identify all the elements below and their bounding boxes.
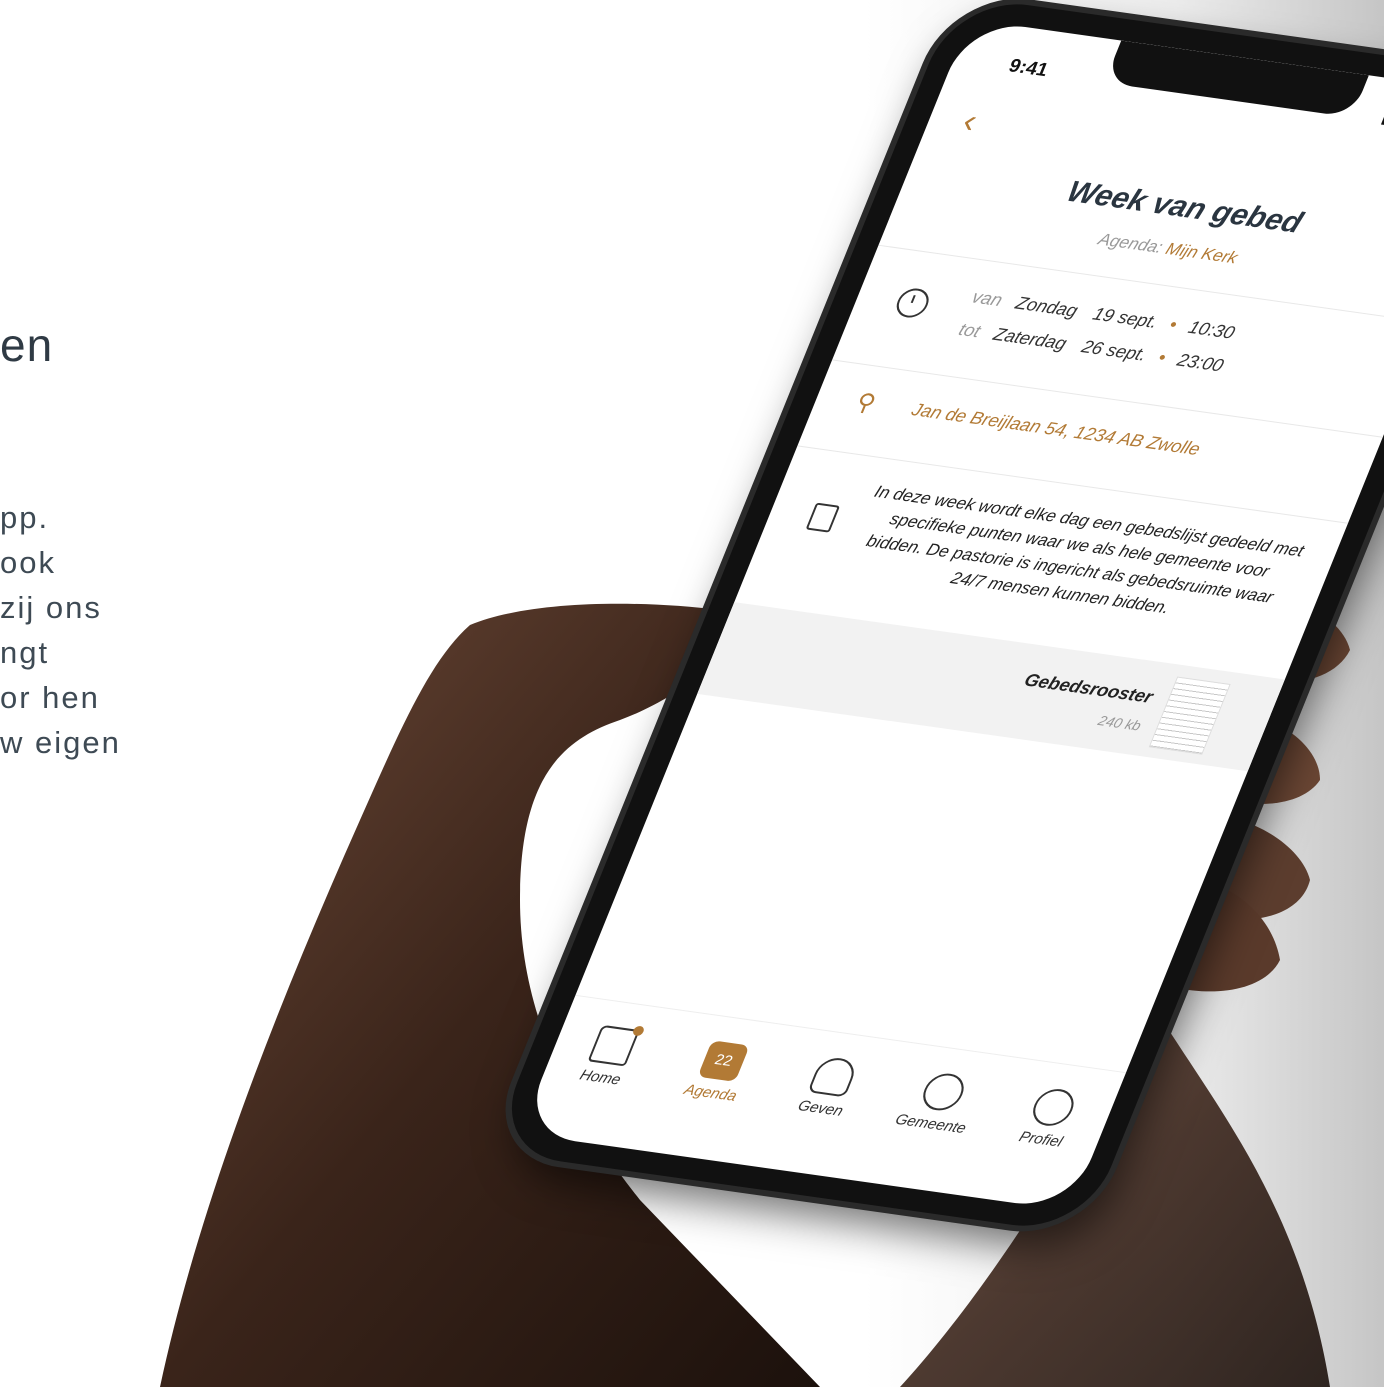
marketing-line-2: ook [0, 545, 56, 580]
attachment-name: Gebedsrooster [1021, 669, 1157, 707]
marketing-line-6: w eigen [0, 725, 121, 760]
status-signal-wifi-battery-icon: ▮▮▮ • ▬ [1378, 109, 1384, 137]
attachment-size: 240 kb [1095, 712, 1144, 734]
to-day: Zaterdag [990, 324, 1070, 354]
from-day: Zondag [1012, 292, 1081, 321]
marketing-line-4: ngt [0, 635, 50, 670]
tab-agenda[interactable]: 22 Agenda [663, 1036, 776, 1107]
location-pin-icon: ⚲ [851, 388, 880, 418]
tab-profiel[interactable]: Profiel [993, 1083, 1106, 1154]
clock-icon [892, 286, 934, 320]
marketing-heading: en [0, 319, 54, 371]
marketing-line-5: or hen [0, 680, 100, 715]
tab-geven[interactable]: Geven [773, 1052, 886, 1123]
marketing-copy: en pp. ook zij ons ngt or hen w eigen [0, 0, 300, 1387]
from-label: van [969, 286, 1006, 310]
notification-badge [631, 1024, 646, 1036]
to-label: tot [955, 319, 984, 342]
community-icon [917, 1070, 970, 1113]
tab-label: Gemeente [892, 1110, 969, 1137]
back-button[interactable]: ‹ [957, 102, 983, 141]
attachment-thumbnail [1148, 676, 1231, 755]
event-time-block: van Zondag 19 sept. • 10:30 tot Zaterdag… [879, 271, 1384, 416]
home-icon [587, 1024, 646, 1066]
profile-icon [1027, 1086, 1081, 1128]
from-date: 19 sept. [1090, 303, 1162, 332]
event-description: In deze week wordt elke dag een gebedsli… [863, 482, 1307, 618]
chevron-left-icon: ‹ [957, 102, 984, 141]
separator: • [1166, 314, 1181, 335]
tab-label: Agenda [681, 1080, 740, 1105]
marketing-line-1: pp. [0, 500, 50, 535]
separator: • [1155, 347, 1170, 368]
from-time: 10:30 [1185, 317, 1238, 343]
tab-label: Home [577, 1066, 624, 1089]
to-date: 26 sept. [1078, 336, 1150, 365]
tab-gemeente[interactable]: Gemeente [883, 1067, 996, 1138]
tab-label: Profiel [1016, 1127, 1066, 1151]
tab-home[interactable]: Home [553, 1021, 666, 1092]
give-heart-icon [807, 1055, 860, 1097]
tab-label: Geven [795, 1096, 846, 1120]
agenda-label: Agenda: [1095, 229, 1166, 257]
marketing-line-3: zij ons [0, 590, 102, 625]
to-time: 23:00 [1174, 349, 1227, 376]
phone-notch [1104, 40, 1369, 118]
calendar-day: 22 [712, 1051, 736, 1070]
bottom-tab-bar: Home 22 Agenda Geven Gemeente Profiel [532, 994, 1127, 1179]
location-address: Jan de Breijlaan 54, 1234 AB Zwolle [908, 399, 1204, 459]
calendar-icon: 22 [697, 1039, 750, 1082]
document-icon [805, 502, 841, 533]
agenda-name-link[interactable]: Mijn Kerk [1163, 239, 1241, 267]
status-time: 9:41 [1005, 55, 1052, 82]
